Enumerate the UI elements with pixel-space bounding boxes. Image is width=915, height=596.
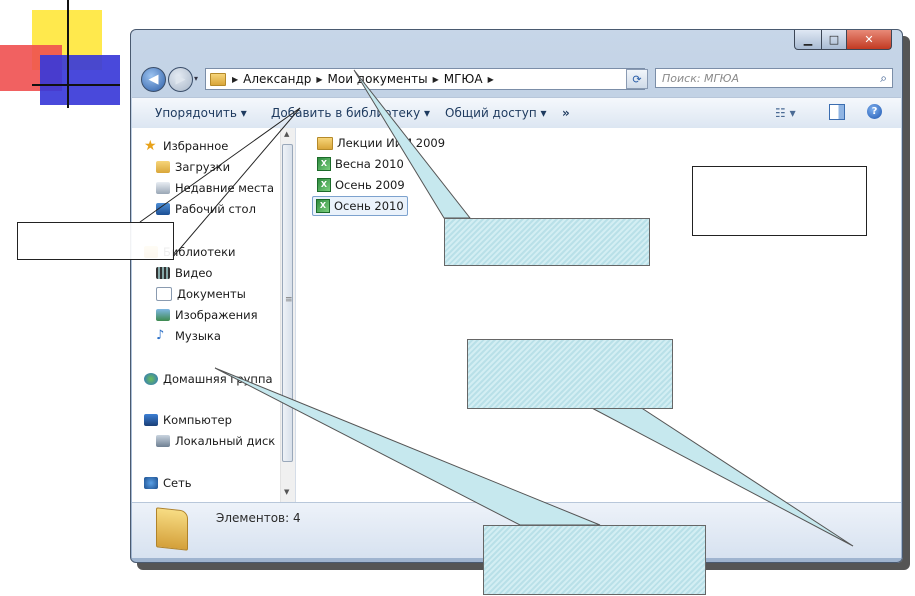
callout-overlay [139, 69, 854, 547]
label-frame-right [692, 166, 867, 236]
callout-line-toolbar-b [171, 107, 301, 259]
label-frame-left [17, 222, 174, 260]
callout-pointer-address [353, 69, 472, 219]
callout-line-toolbar-a [139, 107, 301, 223]
callout-box-address [444, 218, 650, 266]
callout-box-navpane [483, 525, 706, 595]
callout-box-files [467, 339, 673, 409]
